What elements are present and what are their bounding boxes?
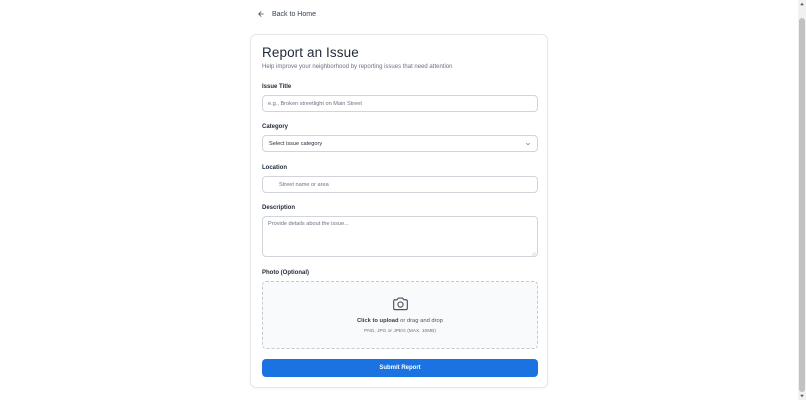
chevron-down-icon [526,142,530,145]
camera-icon [393,297,408,311]
category-select[interactable]: Select issue category [262,135,538,152]
report-issue-card: Report an Issue Help improve your neighb… [250,34,548,388]
category-label: Category [262,124,289,130]
upload-rest-text: or drag and drop [398,318,444,324]
page-scrollbar[interactable] [798,0,806,400]
arrow-left-icon [258,11,264,17]
upload-hint: PNG, JPG or JPEG (MAX. 10MB) [364,329,436,334]
description-label: Description [262,205,296,211]
scrollbar-thumb[interactable] [799,18,805,392]
scroll-up-arrow-icon[interactable] [799,1,805,7]
upload-instructions: Click to upload or drag and drop [263,318,537,324]
page-title: Report an Issue [262,45,359,60]
category-selected-value: Select issue category [269,140,323,147]
scroll-down-arrow-icon[interactable] [799,393,805,399]
issue-title-input[interactable] [262,95,538,112]
back-to-home-label: Back to Home [272,10,316,18]
resize-grip-icon[interactable] [531,251,536,256]
location-input[interactable] [262,176,538,193]
photo-label: Photo (Optional) [262,270,309,276]
page-subtitle: Help improve your neighborhood by report… [262,64,453,70]
location-field [262,176,538,193]
upload-action-text[interactable]: Click to upload [357,318,399,324]
submit-report-button[interactable]: Submit Report [262,359,538,377]
location-label: Location [262,165,287,171]
description-textarea[interactable] [262,216,538,257]
issue-title-label: Issue Title [262,84,292,90]
photo-upload-dropzone[interactable]: Click to upload or drag and drop PNG, JP… [262,281,538,349]
back-to-home-link[interactable]: Back to Home [257,10,316,18]
